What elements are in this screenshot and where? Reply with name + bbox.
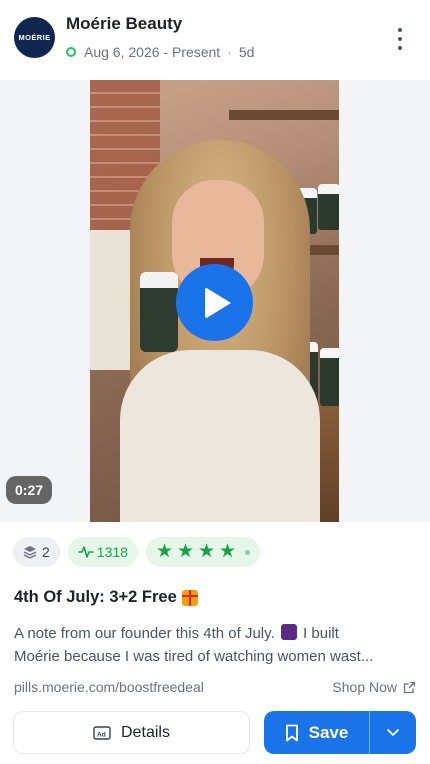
link-row: pills.moerie.com/boostfreedeal Shop Now — [14, 677, 416, 697]
landing-url[interactable]: pills.moerie.com/boostfreedeal — [14, 679, 204, 695]
play-button[interactable] — [176, 264, 253, 341]
ad-body-text-a: A note from our founder this 4th of July… — [14, 625, 275, 642]
views-count: 1318 — [96, 544, 128, 560]
ad-meta: Aug 6, 2026 - Present · 5d — [66, 44, 254, 60]
star-icon: ★ — [197, 541, 215, 562]
external-link-icon — [403, 681, 416, 693]
svg-text:Ad: Ad — [97, 731, 106, 738]
play-icon — [205, 286, 231, 319]
held-product-bottle — [140, 272, 178, 352]
save-button-group: Save — [264, 711, 416, 754]
brand-logo[interactable]: MOÉRIE — [14, 17, 55, 58]
ad-media: 0:27 — [0, 80, 430, 522]
person-body — [120, 350, 320, 522]
views-badge[interactable]: 1318 — [67, 537, 138, 567]
ad-body-line: Moérie because I was tired of watching w… — [14, 648, 374, 665]
details-label: Details — [121, 723, 170, 741]
shop-now-link[interactable]: Shop Now — [332, 679, 416, 695]
bookmark-icon — [285, 724, 298, 741]
chevron-down-icon — [387, 729, 399, 736]
activity-icon — [77, 546, 94, 558]
details-button[interactable]: Ad Details — [13, 711, 250, 754]
ad-title: 4th Of July: 3+2 Free — [14, 588, 198, 607]
ad-body: A note from our founder this 4th of July… — [14, 622, 418, 668]
more-options-icon[interactable] — [396, 28, 404, 50]
rating-empty-dot — [244, 549, 250, 555]
product-bottle — [318, 184, 339, 230]
save-label: Save — [308, 722, 349, 742]
ad-header: MOÉRIE Moérie Beauty Aug 6, 2026 - Prese… — [0, 0, 430, 80]
ad-body-text-b: I built — [303, 625, 339, 642]
shelf — [229, 110, 339, 120]
active-status-icon — [66, 47, 76, 57]
date-range: Aug 6, 2026 - Present — [84, 44, 221, 60]
ad-card: MOÉRIE Moérie Beauty Aug 6, 2026 - Prese… — [0, 0, 430, 764]
meta-separator: · — [227, 44, 232, 60]
rating-badge[interactable]: ★ ★ ★ ★ — [145, 537, 260, 567]
ad-body-line: A note from our founder this 4th of July… — [14, 622, 418, 645]
ad-stats: 2 1318 ★ ★ ★ ★ — [13, 537, 260, 567]
brand-name[interactable]: Moérie Beauty — [66, 14, 182, 34]
variants-badge[interactable]: 2 — [13, 537, 60, 567]
star-icon: ★ — [176, 541, 194, 562]
product-bottle — [320, 348, 339, 406]
layers-icon — [23, 546, 37, 559]
cta-label: Shop Now — [332, 679, 397, 695]
save-button[interactable]: Save — [264, 711, 369, 754]
video-duration: 0:27 — [6, 476, 53, 504]
ad-age: 5d — [238, 44, 255, 60]
ad-icon: Ad — [93, 725, 111, 740]
star-icon: ★ — [218, 541, 236, 562]
gift-icon — [181, 589, 198, 606]
variants-count: 2 — [42, 544, 50, 560]
ad-title-text: 4th Of July: 3+2 Free — [14, 588, 177, 606]
save-options-dropdown[interactable] — [369, 711, 416, 754]
sparkle-icon — [280, 624, 297, 640]
star-icon: ★ — [155, 541, 173, 562]
